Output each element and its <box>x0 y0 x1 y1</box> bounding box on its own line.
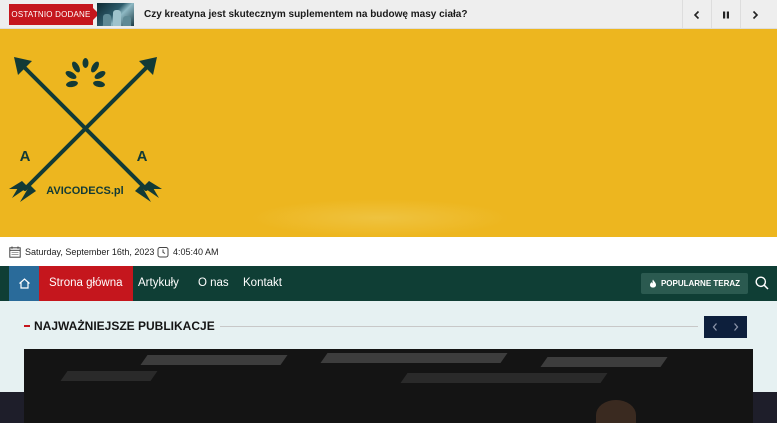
chevron-right-icon <box>734 323 739 331</box>
featured-image[interactable] <box>24 349 753 423</box>
date-text: Saturday, September 16th, 2023 <box>25 246 155 257</box>
nav-item-contact[interactable]: Kontakt <box>233 266 292 301</box>
nav-item-home[interactable]: Strona główna <box>39 266 133 301</box>
ticker-prev-button[interactable] <box>682 0 711 29</box>
slider-next-button[interactable] <box>726 316 748 338</box>
calendar-icon <box>9 246 21 258</box>
nav-home-button[interactable] <box>9 266 39 301</box>
nav-item-articles[interactable]: Artykuły <box>128 266 189 301</box>
popular-now-button[interactable]: POPULARNE TERAZ <box>641 273 748 294</box>
date-bar: Saturday, September 16th, 2023 4:05:40 A… <box>0 237 777 266</box>
section-divider <box>220 326 698 327</box>
section-title-text: NAJWAŻNIEJSZE PUBLIKACJE <box>34 319 215 333</box>
search-icon[interactable] <box>754 275 770 291</box>
featured-image-subject <box>596 400 636 423</box>
ticker-headline[interactable]: Czy kreatyna jest skutecznym suplementem… <box>144 0 467 29</box>
logo-text: AVICODECS.pl <box>46 185 123 197</box>
page: OSTATNIO DODANE Czy kreatyna jest skutec… <box>0 0 777 423</box>
popular-now-label: POPULARNE TERAZ <box>660 279 741 288</box>
home-icon <box>18 278 30 289</box>
ticker-pause-button[interactable] <box>711 0 740 29</box>
time-text: 4:05:40 AM <box>173 246 219 257</box>
section-title: NAJWAŻNIEJSZE PUBLIKACJE <box>24 318 215 334</box>
slider-prev-button[interactable] <box>704 316 726 338</box>
chevron-left-icon <box>693 10 700 19</box>
section-title-accent <box>24 325 30 327</box>
ticker-next-button[interactable] <box>740 0 769 29</box>
pause-icon <box>723 11 729 18</box>
header-banner: A A AVICODECS.pl <box>0 29 777 237</box>
current-time: 4:05:40 AM <box>157 237 219 266</box>
ticker-label: OSTATNIO DODANE <box>9 4 99 25</box>
main-nav: Strona główna Artykuły O nas Kontakt POP… <box>0 266 777 301</box>
nav-item-about[interactable]: O nas <box>188 266 239 301</box>
banner-decoration <box>250 199 510 237</box>
logo-letter-right: A <box>137 148 148 165</box>
current-date: Saturday, September 16th, 2023 <box>9 237 154 266</box>
logo-letter-left: A <box>20 148 31 165</box>
fire-icon <box>649 279 656 288</box>
slider-controls <box>704 316 747 338</box>
clock-icon <box>157 246 169 257</box>
chevron-left-icon <box>712 323 717 331</box>
site-logo[interactable]: A A AVICODECS.pl <box>8 51 163 206</box>
ticker-thumbnail[interactable] <box>97 3 134 26</box>
ticker-bar: OSTATNIO DODANE Czy kreatyna jest skutec… <box>0 0 777 29</box>
chevron-right-icon <box>752 10 759 19</box>
